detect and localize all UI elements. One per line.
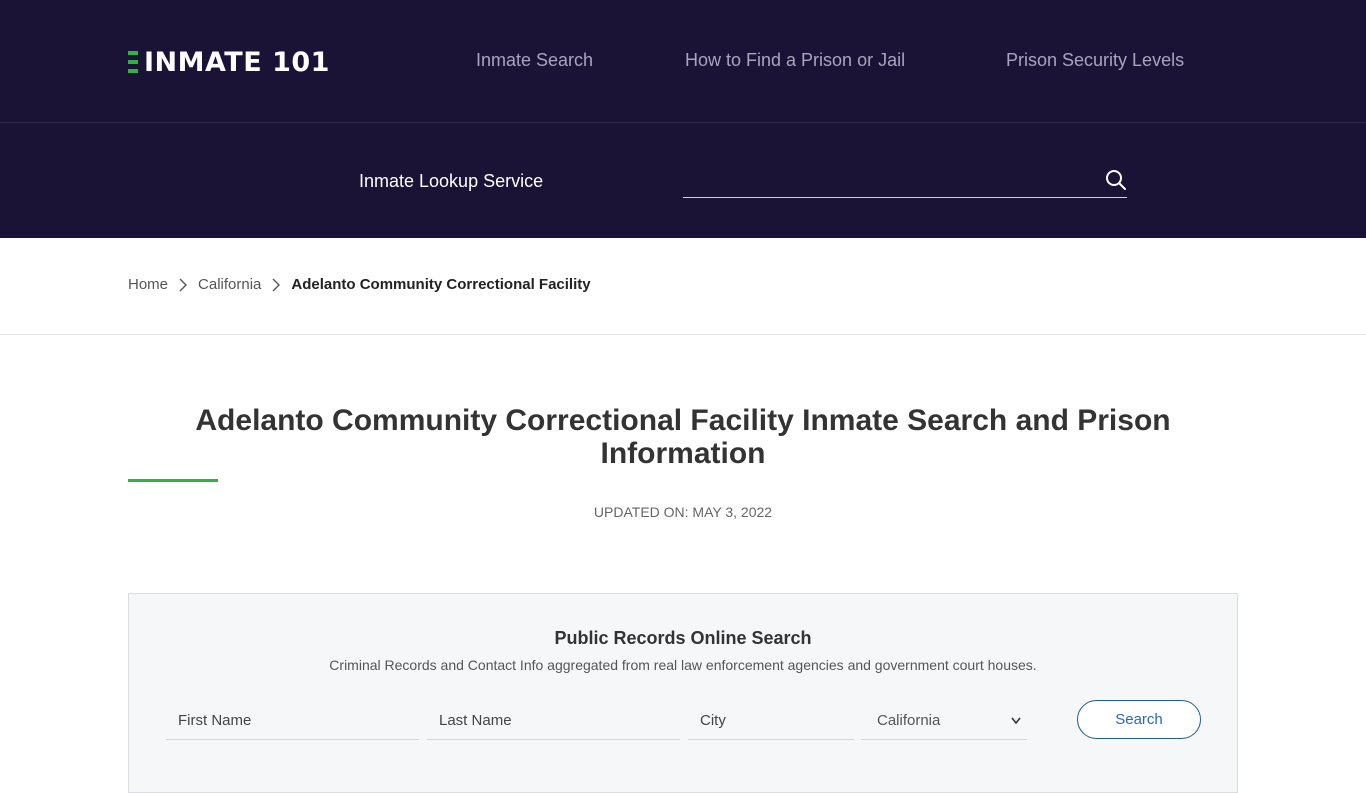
nav-find-prison[interactable]: How to Find a Prison or Jail <box>685 50 905 71</box>
public-records-search-panel: Public Records Online Search Criminal Re… <box>128 593 1238 793</box>
title-accent-line <box>128 479 218 482</box>
inmate-lookup-bar: Inmate Lookup Service <box>0 123 1366 238</box>
nav-inmate-search[interactable]: Inmate Search <box>476 50 593 71</box>
logo-bars-icon <box>128 51 138 73</box>
records-search-button[interactable]: Search <box>1077 700 1201 739</box>
records-title: Public Records Online Search <box>554 628 812 648</box>
page-title: Adelanto Community Correctional Facility… <box>195 404 1171 470</box>
nav-security-levels[interactable]: Prison Security Levels <box>1006 50 1184 71</box>
state-select-value: California <box>877 712 941 729</box>
city-field[interactable] <box>688 702 854 740</box>
records-subtitle: Criminal Records and Contact Info aggreg… <box>329 657 1037 673</box>
first-name-field[interactable] <box>166 702 419 740</box>
breadcrumb-california[interactable]: California <box>198 276 261 293</box>
chevron-right-icon <box>179 278 188 291</box>
breadcrumb: Home California Adelanto Community Corre… <box>128 276 591 293</box>
updated-date: UPDATED ON: MAY 3, 2022 <box>593 504 773 520</box>
top-navigation-bar: INMATE 101 Inmate Search How to Find a P… <box>0 0 1366 123</box>
last-name-field[interactable] <box>427 702 680 740</box>
lookup-search-input[interactable] <box>683 163 1127 198</box>
section-divider <box>0 334 1366 335</box>
logo-text: INMATE 101 <box>144 46 330 78</box>
chevron-down-icon <box>1011 717 1021 725</box>
state-select[interactable]: California <box>861 702 1027 740</box>
lookup-label: Inmate Lookup Service <box>359 171 544 191</box>
breadcrumb-home[interactable]: Home <box>128 276 168 293</box>
search-icon[interactable] <box>1104 168 1128 192</box>
breadcrumb-current: Adelanto Community Correctional Facility <box>291 276 591 293</box>
site-logo[interactable]: INMATE 101 <box>128 46 330 78</box>
chevron-right-icon <box>272 278 281 291</box>
